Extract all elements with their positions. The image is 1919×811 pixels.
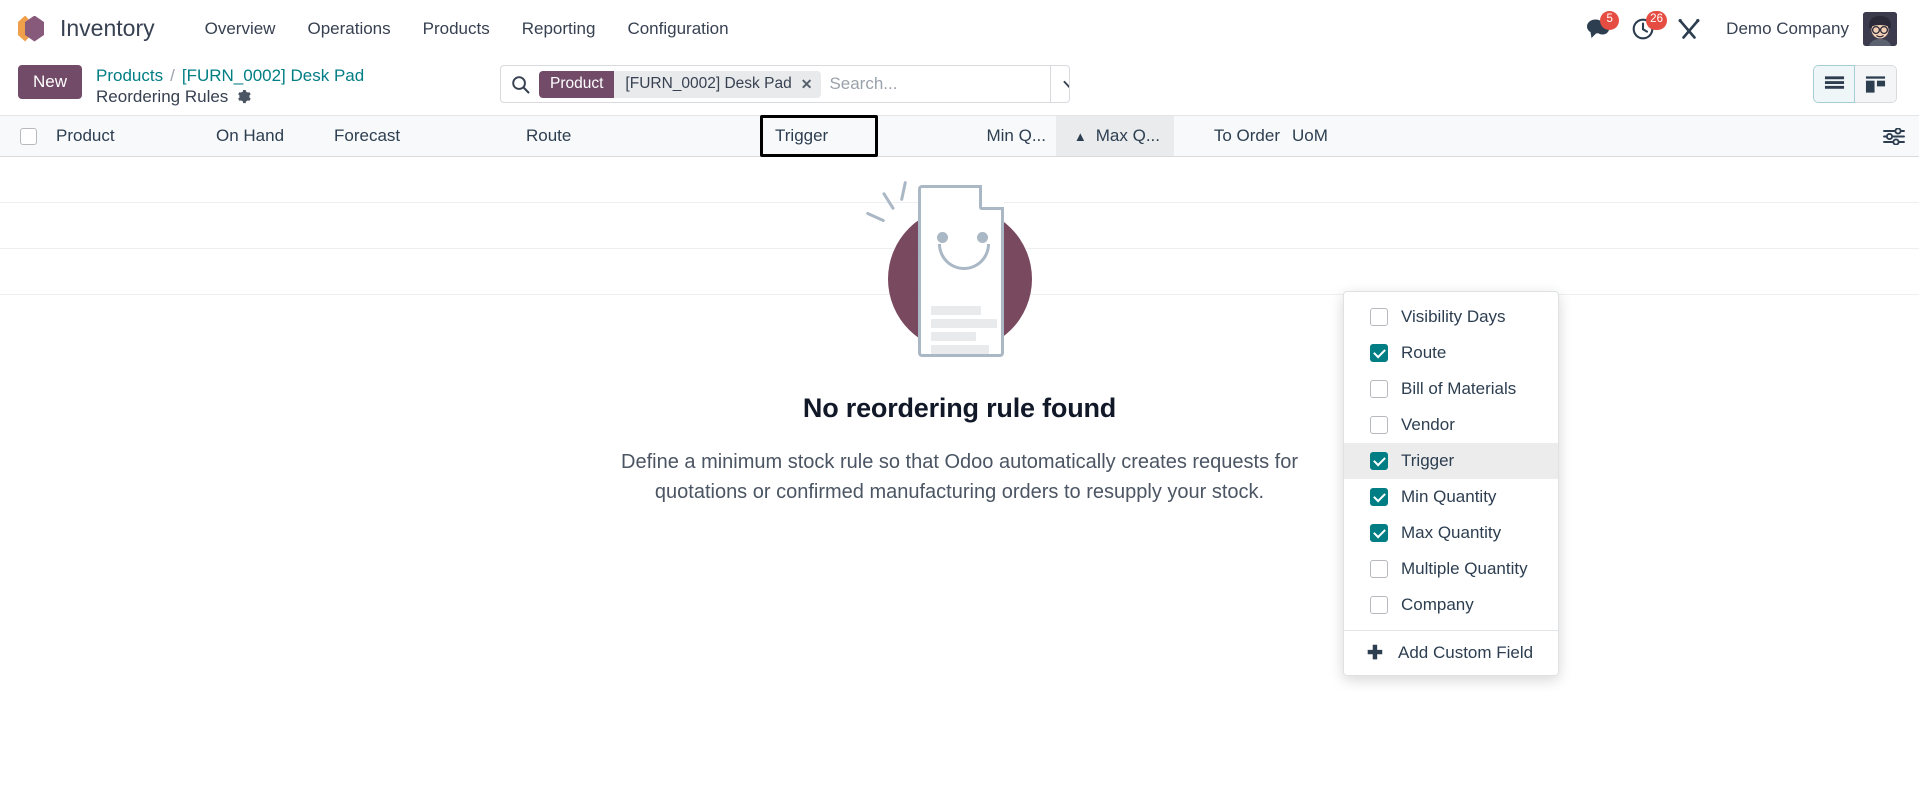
table-empty-row (0, 249, 1919, 295)
chevron-down-icon[interactable] (1050, 66, 1069, 102)
dropdown-item-trigger[interactable]: Trigger (1344, 443, 1558, 479)
empty-state-description-line1: Define a minimum stock rule so that Odoo… (621, 451, 1298, 473)
column-header-forecast[interactable]: Forecast (334, 116, 526, 156)
menu-item-overview[interactable]: Overview (189, 13, 292, 45)
navbar-right-tools: 5 26 Demo Company (1574, 9, 1897, 49)
menu-item-configuration[interactable]: Configuration (611, 13, 744, 45)
facet-value: [FURN_0002] Desk Pad ✕ (614, 70, 822, 98)
menu-item-operations[interactable]: Operations (291, 13, 406, 45)
caret-up-icon: ▲ (1073, 128, 1087, 144)
illustration-text-line (930, 332, 976, 341)
control-panel: New Products / [FURN_0002] Desk Pad Reorde… (0, 57, 1919, 115)
dropdown-item-bill-of-materials[interactable]: Bill of Materials (1344, 371, 1558, 407)
messages-badge: 5 (1600, 10, 1620, 30)
column-header-on-hand[interactable]: On Hand (216, 116, 334, 156)
select-all-cell[interactable] (0, 116, 56, 156)
column-header-max-quantity[interactable]: ▲ Max Q... (1056, 116, 1174, 156)
breadcrumb: Products / [FURN_0002] Desk Pad Reordering… (96, 65, 364, 108)
illustration-text-line (930, 319, 997, 328)
dropdown-item-visibility-days[interactable]: Visibility Days (1344, 299, 1558, 335)
dropdown-item-label: Min Quantity (1401, 487, 1497, 506)
top-navbar: Inventory Overview Operations Products R… (0, 0, 1919, 57)
view-subtitle-row: Reordering Rules (96, 86, 364, 107)
checkbox-unchecked[interactable] (1370, 416, 1388, 434)
breadcrumb-separator: / (170, 66, 175, 85)
activities-badge: 26 (1646, 10, 1667, 30)
breadcrumb-item-record[interactable]: [FURN_0002] Desk Pad (182, 66, 364, 85)
dropdown-item-label: Vendor (1401, 415, 1455, 434)
checkbox-checked[interactable] (1370, 344, 1388, 362)
dropdown-item-label: Max Quantity (1401, 523, 1502, 542)
trigger-header-highlight[interactable]: Trigger (760, 115, 878, 157)
view-switcher (1813, 65, 1897, 103)
messages-button[interactable]: 5 (1574, 9, 1620, 49)
gear-icon[interactable] (236, 89, 252, 104)
app-title[interactable]: Inventory (60, 15, 155, 42)
search-input[interactable] (829, 66, 1051, 102)
odoo-hex-logo[interactable] (18, 14, 46, 44)
column-header-max-quantity-label: Max Q... (1095, 126, 1160, 145)
dropdown-item-multiple-quantity[interactable]: Multiple Quantity (1344, 551, 1558, 587)
column-header-route[interactable]: Route (526, 116, 762, 156)
checkbox-unchecked[interactable] (1370, 560, 1388, 578)
checkbox-checked[interactable] (1370, 452, 1388, 470)
menu-item-reporting[interactable]: Reporting (506, 13, 612, 45)
dropdown-item-min-quantity[interactable]: Min Quantity (1344, 479, 1558, 515)
new-button[interactable]: New (18, 65, 83, 100)
illustration-text-line (930, 306, 981, 315)
column-header-min-quantity[interactable]: Min Q... (944, 116, 1056, 156)
menu-item-products[interactable]: Products (407, 13, 506, 45)
add-custom-field-label: Add Custom Field (1398, 643, 1534, 662)
reordering-rules-table: Product On Hand Forecast Route Trigger M… (0, 115, 1919, 676)
dropdown-item-vendor[interactable]: Vendor (1344, 407, 1558, 443)
company-switcher[interactable]: Demo Company (1726, 19, 1849, 39)
dropdown-item-max-quantity[interactable]: Max Quantity (1344, 515, 1558, 551)
search-icon (501, 75, 539, 94)
add-custom-field-button[interactable]: ✚ Add Custom Field (1344, 631, 1558, 675)
empty-state-description-line2: quotations or confirmed manufacturing or… (654, 480, 1265, 503)
checkbox-unchecked[interactable] (1370, 380, 1388, 398)
facet-field-label: Product (539, 70, 615, 98)
page-title: Reordering Rules (96, 87, 229, 107)
optional-columns-dropdown: Visibility Days Route Bill of Materials … (1343, 291, 1559, 676)
table-empty-row (0, 157, 1919, 203)
facet-value-text: [FURN_0002] Desk Pad (625, 75, 792, 92)
dropdown-item-label: Route (1401, 343, 1447, 362)
search-facet-product[interactable]: Product [FURN_0002] Desk Pad ✕ (539, 70, 822, 98)
checkbox-unchecked[interactable] (1370, 596, 1388, 614)
column-header-uom[interactable]: UoM (1280, 116, 1350, 156)
activities-button[interactable]: 26 (1620, 9, 1667, 49)
column-header-to-order[interactable]: To Order (1174, 116, 1280, 156)
dropdown-item-route[interactable]: Route (1344, 335, 1558, 371)
dropdown-item-label: Multiple Quantity (1401, 559, 1528, 578)
column-header-product[interactable]: Product (56, 116, 216, 156)
column-header-trigger-label: Trigger (775, 126, 829, 145)
checkbox-checked[interactable] (1370, 524, 1388, 542)
column-settings-icon[interactable] (1883, 116, 1905, 156)
checkbox-unchecked[interactable] (1370, 308, 1388, 326)
dropdown-item-company[interactable]: Company (1344, 587, 1558, 623)
empty-state-title: No reordering rule found (802, 393, 1117, 423)
column-header-trigger[interactable]: Trigger (760, 115, 944, 157)
checkbox-unchecked[interactable] (20, 127, 37, 145)
plus-icon: ✚ (1367, 642, 1383, 664)
dropdown-item-label: Trigger (1401, 451, 1455, 470)
empty-state-description: Define a minimum stock rule so that Odoo… (610, 448, 1310, 507)
dropdown-item-label: Bill of Materials (1401, 379, 1517, 398)
kanban-view-icon[interactable] (1855, 65, 1897, 103)
breadcrumb-item-products[interactable]: Products (96, 66, 163, 85)
developer-tools-button[interactable] (1666, 9, 1712, 49)
user-avatar[interactable] (1863, 11, 1897, 46)
dropdown-item-label: Visibility Days (1401, 307, 1506, 326)
search-bar[interactable]: Product [FURN_0002] Desk Pad ✕ (500, 65, 1070, 103)
breadcrumb-path: Products / [FURN_0002] Desk Pad (96, 65, 364, 86)
close-icon[interactable]: ✕ (801, 76, 813, 93)
table-empty-row (0, 203, 1919, 249)
illustration-text-line (930, 345, 989, 354)
table-header-row: Product On Hand Forecast Route Trigger M… (0, 115, 1919, 157)
checkbox-checked[interactable] (1370, 488, 1388, 506)
main-menu: Overview Operations Products Reporting C… (189, 13, 745, 45)
list-view-icon[interactable] (1813, 65, 1855, 103)
dropdown-item-label: Company (1401, 595, 1474, 614)
